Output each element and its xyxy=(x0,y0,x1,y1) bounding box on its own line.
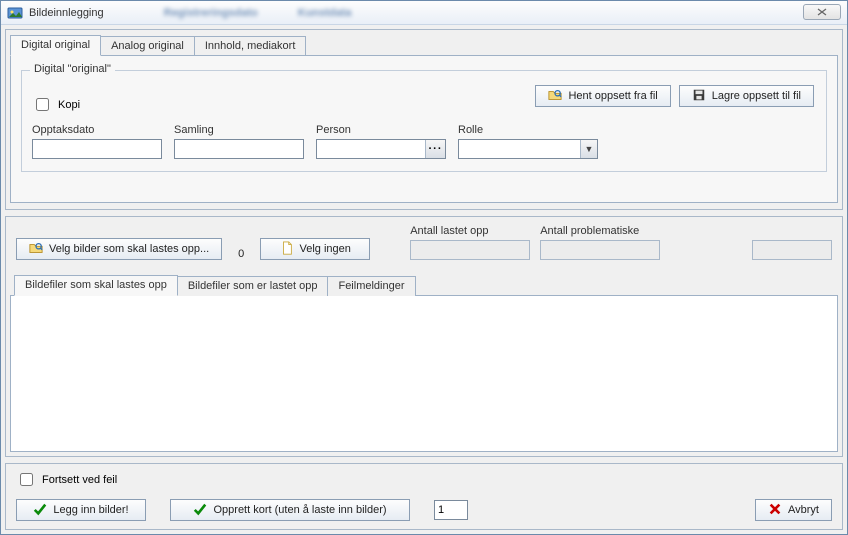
hent-oppsett-button[interactable]: Hent oppsett fra fil xyxy=(535,85,670,107)
avbryt-label: Avbryt xyxy=(788,504,819,516)
opprett-kort-label: Opprett kort (uten å laste inn bilder) xyxy=(213,504,386,516)
browse-icon xyxy=(29,241,43,258)
top-panel: Digital original Analog original Innhold… xyxy=(5,29,843,210)
middle-panel: Velg bilder som skal lastes opp... 0 Vel… xyxy=(5,216,843,457)
check-icon xyxy=(193,502,207,519)
file-list-area[interactable] xyxy=(10,295,838,452)
cancel-icon xyxy=(768,502,782,519)
rolle-label: Rolle xyxy=(458,124,598,136)
group-legend: Digital "original" xyxy=(30,63,115,75)
ellipsis-icon[interactable]: ··· xyxy=(425,140,445,158)
person-label: Person xyxy=(316,124,446,136)
velg-bilder-label: Velg bilder som skal lastes opp... xyxy=(49,243,209,255)
client-area: Digital original Analog original Innhold… xyxy=(1,25,847,534)
document-icon xyxy=(280,241,294,258)
legg-inn-bilder-button[interactable]: Legg inn bilder! xyxy=(16,499,146,521)
lagre-oppsett-button[interactable]: Lagre oppsett til fil xyxy=(679,85,814,107)
person-value xyxy=(317,140,425,158)
tab-analog-original[interactable]: Analog original xyxy=(100,36,195,56)
antall-problem-label: Antall problematiske xyxy=(540,225,660,237)
antall-lastet-label: Antall lastet opp xyxy=(410,225,530,237)
hent-oppsett-label: Hent oppsett fra fil xyxy=(568,90,657,102)
person-picker[interactable]: ··· xyxy=(316,139,446,159)
velg-ingen-label: Velg ingen xyxy=(300,243,351,255)
file-tabs: Bildefiler som skal lastes opp Bildefile… xyxy=(10,272,838,295)
extra-readonly xyxy=(752,240,832,260)
opptaksdato-label: Opptaksdato xyxy=(32,124,162,136)
legg-inn-label: Legg inn bilder! xyxy=(53,504,128,516)
antall-problem-value xyxy=(540,240,660,260)
tab-bildefiler-skal[interactable]: Bildefiler som skal lastes opp xyxy=(14,275,178,296)
app-icon xyxy=(7,5,23,21)
bottom-panel: Fortsett ved feil Legg inn bilder! Oppre… xyxy=(5,463,843,530)
velg-bilder-button[interactable]: Velg bilder som skal lastes opp... xyxy=(16,238,222,260)
tab-body-digital-original: Digital "original" Hent oppsett fra fil xyxy=(10,55,838,203)
opprett-kort-button[interactable]: Opprett kort (uten å laste inn bilder) xyxy=(170,499,410,521)
background-text: Registreringsdato Kunstdata xyxy=(164,7,352,19)
opptaksdato-input[interactable] xyxy=(32,139,162,159)
velg-ingen-button[interactable]: Velg ingen xyxy=(260,238,370,260)
close-button[interactable] xyxy=(803,4,841,20)
avbryt-button[interactable]: Avbryt xyxy=(755,499,832,521)
lagre-oppsett-label: Lagre oppsett til fil xyxy=(712,90,801,102)
rolle-value xyxy=(459,140,580,158)
save-icon xyxy=(692,88,706,105)
kopi-checkbox-input[interactable] xyxy=(36,98,49,111)
count-input[interactable] xyxy=(434,500,468,520)
titlebar: Bildeinnlegging Registreringsdato Kunstd… xyxy=(1,1,847,25)
tab-innhold-mediakort[interactable]: Innhold, mediakort xyxy=(194,36,307,56)
open-file-icon xyxy=(548,88,562,105)
main-tabs: Digital original Analog original Innhold… xyxy=(6,30,842,55)
chevron-down-icon[interactable]: ▼ xyxy=(580,140,597,158)
samling-label: Samling xyxy=(174,124,304,136)
kopi-label: Kopi xyxy=(58,99,80,111)
samling-input[interactable] xyxy=(174,139,304,159)
selected-count: 0 xyxy=(232,248,250,260)
group-digital-original: Digital "original" Hent oppsett fra fil xyxy=(21,70,827,172)
rolle-dropdown[interactable]: ▼ xyxy=(458,139,598,159)
antall-lastet-value xyxy=(410,240,530,260)
tab-bildefiler-er[interactable]: Bildefiler som er lastet opp xyxy=(177,276,329,296)
tab-digital-original[interactable]: Digital original xyxy=(10,35,101,56)
fortsett-checkbox-input[interactable] xyxy=(20,473,33,486)
window-title: Bildeinnlegging xyxy=(29,7,104,19)
app-window: Bildeinnlegging Registreringsdato Kunstd… xyxy=(0,0,848,535)
fortsett-checkbox[interactable]: Fortsett ved feil xyxy=(16,470,832,489)
check-icon xyxy=(33,502,47,519)
tab-feilmeldinger[interactable]: Feilmeldinger xyxy=(327,276,415,296)
fortsett-label: Fortsett ved feil xyxy=(42,474,117,486)
